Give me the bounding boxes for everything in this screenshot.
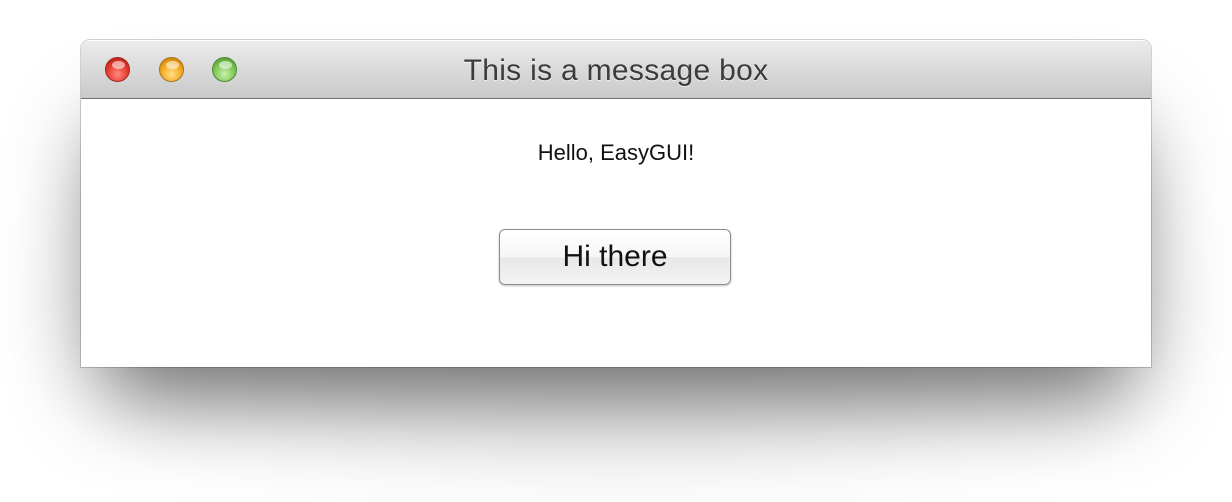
message-text: Hello, EasyGUI! [537, 140, 695, 165]
title-bar[interactable]: This is a message box [81, 40, 1151, 99]
window-title: This is a message box [463, 54, 769, 87]
hi-there-button[interactable]: Hi there [499, 229, 731, 285]
message-box-window: This is a message box Hello, EasyGUI! Hi… [81, 40, 1151, 367]
